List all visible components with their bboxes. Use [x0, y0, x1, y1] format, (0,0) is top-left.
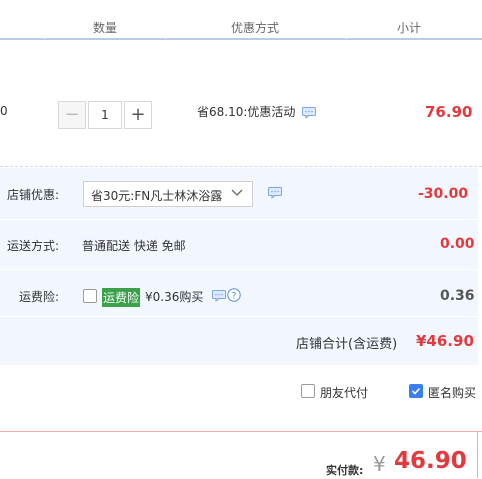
- insurance-tag: 运费险: [102, 288, 141, 307]
- insurance-comment-icon[interactable]: [212, 290, 226, 305]
- shipping-label: 运送方式:: [7, 239, 60, 253]
- shipping-amount: 0.00: [440, 236, 475, 252]
- anonymous-checkbox[interactable]: [409, 384, 423, 398]
- header-subtotal: 小计: [397, 21, 422, 35]
- quantity-input[interactable]: 1: [88, 101, 122, 129]
- friend-pay-label: 朋友代付: [320, 386, 369, 400]
- shop-total-label: 店铺合计(含运费): [296, 337, 398, 352]
- table-header: 数量 优惠方式 小计: [0, 0, 482, 40]
- comment-icon[interactable]: [302, 107, 316, 122]
- product-left-stub: 0: [0, 104, 8, 118]
- pay-label: 实付款:: [326, 464, 364, 477]
- shipping-text: 普通配送 快递 免邮: [82, 239, 186, 253]
- quantity-stepper: − 1 +: [58, 101, 152, 129]
- insurance-checkbox[interactable]: [83, 289, 97, 303]
- increase-button[interactable]: +: [124, 101, 152, 129]
- coupon-amount: -30.00: [418, 186, 469, 202]
- decrease-button[interactable]: −: [58, 101, 86, 129]
- friend-pay-checkbox[interactable]: [301, 384, 315, 398]
- coupon-label: 店铺优惠:: [7, 188, 60, 202]
- product-subtotal: 76.90: [425, 103, 473, 121]
- pay-amount: 46.90: [394, 448, 467, 474]
- header-qty: 数量: [93, 21, 118, 35]
- check-icon: [411, 387, 421, 395]
- anonymous-label: 匿名购买: [428, 386, 477, 400]
- coupon-comment-icon[interactable]: [268, 187, 282, 202]
- coupon-selected-value: 省30元:FN凡士林沐浴露: [91, 189, 223, 203]
- shop-total-amount: ¥46.90: [416, 332, 474, 350]
- insurance-label: 运费险:: [19, 290, 60, 304]
- svg-text:?: ?: [232, 292, 237, 302]
- insurance-price: ¥0.36购买: [145, 290, 204, 304]
- chevron-down-icon: [231, 189, 243, 196]
- help-icon[interactable]: ?: [227, 288, 241, 305]
- product-discount-text: 省68.10:优惠活动: [197, 105, 296, 119]
- coupon-select[interactable]: 省30元:FN凡士林沐浴露: [83, 181, 253, 207]
- insurance-amount: 0.36: [440, 288, 475, 304]
- header-discount: 优惠方式: [231, 21, 280, 35]
- pay-currency: ¥: [373, 452, 386, 476]
